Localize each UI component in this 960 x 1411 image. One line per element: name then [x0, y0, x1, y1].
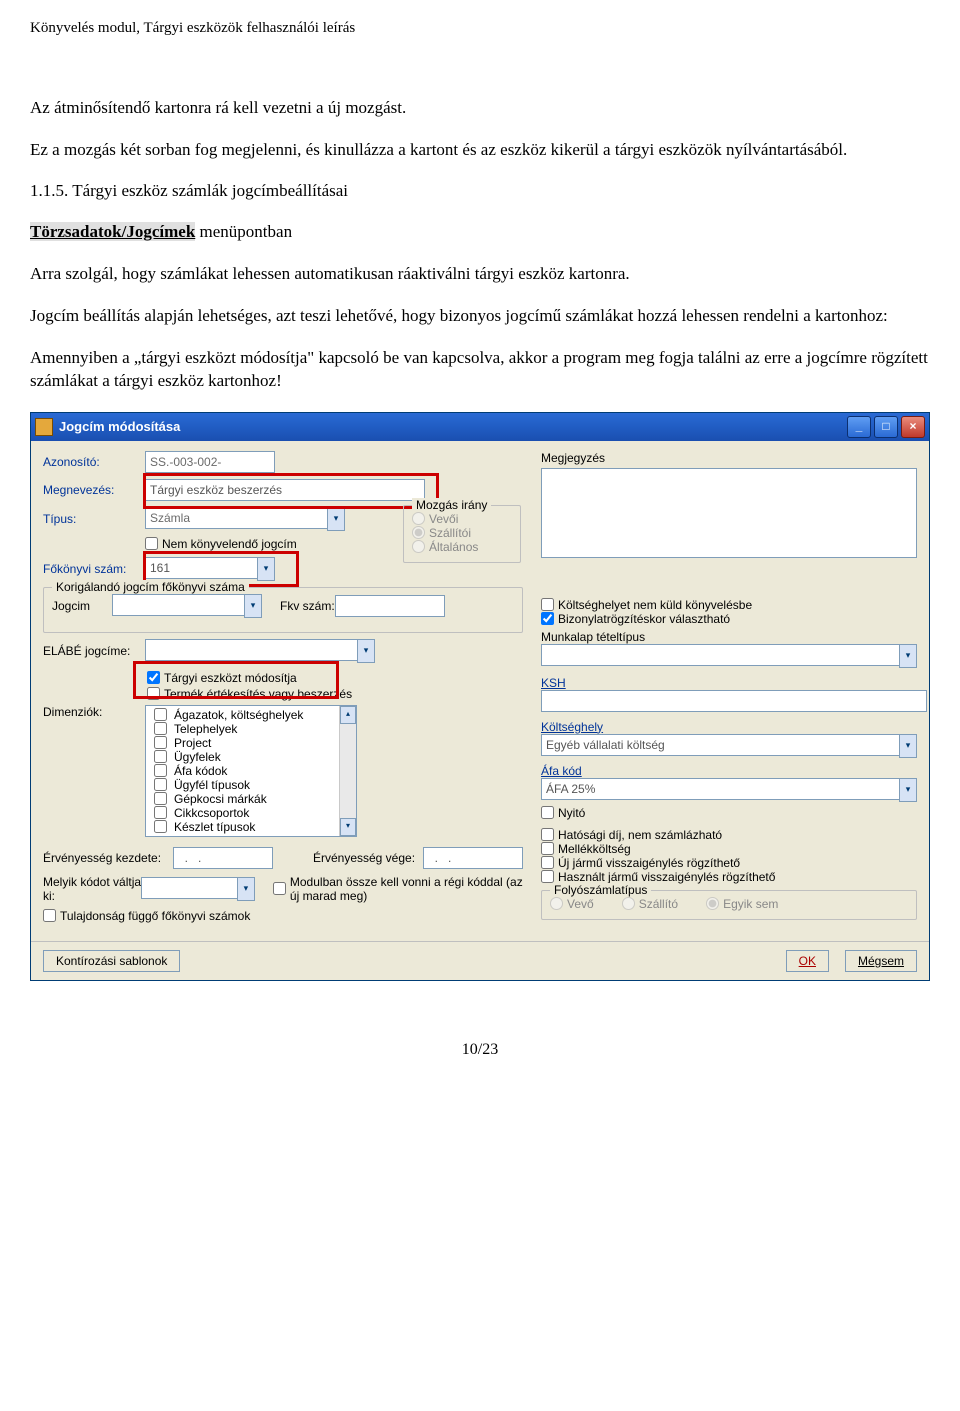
mozgas-irany-legend: Mozgás irány	[412, 498, 491, 512]
tulajdonsag-checkbox[interactable]: Tulajdonság függő főkönyvi számok	[43, 909, 250, 923]
megnevezes-field[interactable]: Tárgyi eszköz beszerzés	[145, 479, 425, 501]
termek-checkbox[interactable]: Termék értékesítés vagy beszerzés	[147, 687, 523, 701]
mozgas-irany-fieldset: Mozgás irány Vevői Szállítói Általános	[403, 505, 521, 563]
afa-combo[interactable]: ÁFA 25% ▾	[541, 778, 917, 802]
chevron-down-icon[interactable]: ▾	[257, 557, 275, 581]
list-item[interactable]: Telephelyek	[150, 722, 352, 736]
folyoszamla-fieldset: Folyószámlatípus Vevő Szállító Egyik sem	[541, 890, 917, 920]
megjegyzes-textarea[interactable]	[541, 468, 917, 558]
minimize-button[interactable]: _	[847, 416, 871, 438]
mellekkoltseg-checkbox[interactable]: Mellékköltség	[541, 842, 917, 856]
fokonyvi-label: Főkönyvi szám:	[43, 562, 145, 576]
chevron-down-icon[interactable]: ▾	[327, 507, 345, 531]
page-number: 10/23	[30, 1041, 930, 1059]
paragraph-5: Amennyiben a „tárgyi eszközt módosítja" …	[30, 347, 930, 391]
list-item[interactable]: Gépkocsi márkák	[150, 792, 352, 806]
koltseghely-combo[interactable]: Egyéb vállalati költség ▾	[541, 734, 917, 758]
titlebar[interactable]: Jogcím módosítása _ □ ×	[31, 413, 929, 441]
erv-kezdete-label: Érvényesség kezdete:	[43, 851, 173, 865]
fkv-field	[335, 595, 445, 617]
list-item[interactable]: Ágazatok, költséghelyek	[150, 708, 352, 722]
ok-button[interactable]: OK	[786, 950, 829, 972]
ksh-label: KSH	[541, 676, 917, 690]
elabe-combo[interactable]: ▾	[145, 639, 375, 663]
close-button[interactable]: ×	[901, 416, 925, 438]
paragraph-1: Az átminősítendő kartonra rá kell vezetn…	[30, 97, 930, 119]
koltseghely-label: Költséghely	[541, 720, 917, 734]
hatosagi-checkbox[interactable]: Hatósági díj, nem számlázható	[541, 828, 917, 842]
list-item[interactable]: Ügyfelek	[150, 750, 352, 764]
vevoi-radio: Vevői	[412, 512, 512, 526]
megjegyzes-label: Megjegyzés	[541, 451, 917, 465]
app-icon	[35, 418, 53, 436]
azonosito-label: Azonosító:	[43, 455, 145, 469]
altalanos-radio: Általános	[412, 540, 512, 554]
menu-path-strong: Törzsadatok/Jogcímek	[30, 222, 195, 241]
paragraph-4: Jogcím beállítás alapján lehetséges, azt…	[30, 305, 930, 327]
section-title: 1.1.5. Tárgyi eszköz számlák jogcímbeáll…	[30, 181, 930, 201]
list-item[interactable]: Ügyfél típusok	[150, 778, 352, 792]
scroll-up-button[interactable]: ▴	[340, 706, 356, 724]
dimenziok-listbox[interactable]: Ágazatok, költséghelyek Telephelyek Proj…	[145, 705, 357, 837]
jogcim-combo[interactable]: ▾	[112, 594, 262, 618]
paragraph-3: Arra szolgál, hogy számlákat lehessen au…	[30, 263, 930, 285]
fokonyvi-combo[interactable]: 161 ▾	[145, 557, 275, 581]
nem-konyvelendo-checkbox[interactable]: Nem könyvelendő jogcím	[145, 537, 297, 551]
targyi-modositja-checkbox[interactable]: Tárgyi eszközt módosítja	[147, 671, 523, 685]
list-item[interactable]: Készlet típusok	[150, 820, 352, 834]
fs-szallito-radio: Szállító	[622, 897, 678, 911]
hasznalt-jarmu-checkbox[interactable]: Használt jármű visszaigénylés rögzíthető	[541, 870, 917, 884]
chevron-down-icon[interactable]: ▾	[244, 594, 262, 618]
document-header: Könyvelés modul, Tárgyi eszközök felhasz…	[30, 20, 930, 37]
kontirozasi-button[interactable]: Kontírozási sablonok	[43, 950, 180, 972]
chevron-down-icon[interactable]: ▾	[237, 877, 255, 901]
jogcim-label: Jogcim	[52, 599, 112, 613]
munkalap-label: Munkalap tételtípus	[541, 630, 917, 644]
koltseghely-nem-checkbox[interactable]: Költséghelyet nem küld könyvelésbe	[541, 598, 917, 612]
chevron-down-icon[interactable]: ▾	[899, 734, 917, 758]
tipus-label: Típus:	[43, 512, 145, 526]
elabe-label: ELÁBÉ jogcíme:	[43, 644, 145, 658]
erv-vege-field[interactable]: . .	[423, 847, 523, 869]
scroll-down-button[interactable]: ▾	[340, 818, 356, 836]
nyito-checkbox[interactable]: Nyitó	[541, 806, 917, 820]
scrollbar[interactable]: ▴ ▾	[339, 706, 356, 836]
chevron-down-icon[interactable]: ▾	[899, 644, 917, 668]
maximize-button[interactable]: □	[874, 416, 898, 438]
window-title: Jogcím módosítása	[59, 419, 180, 434]
munkalap-combo[interactable]: ▾	[541, 644, 917, 668]
chevron-down-icon[interactable]: ▾	[357, 639, 375, 663]
cancel-button[interactable]: Mégsem	[845, 950, 917, 972]
uj-jarmu-checkbox[interactable]: Új jármű visszaigénylés rögzíthető	[541, 856, 917, 870]
list-item[interactable]: Cikkcsoportok	[150, 806, 352, 820]
afa-label: Áfa kód	[541, 764, 917, 778]
erv-kezdete-field[interactable]: . .	[173, 847, 273, 869]
folyoszamla-legend: Folyószámlatípus	[550, 883, 651, 897]
modulban-checkbox[interactable]: Modulban össze kell vonni a régi kóddal …	[273, 875, 523, 903]
szallitoi-radio: Szállítói	[412, 526, 512, 540]
erv-vege-label: Érvényesség vége:	[313, 851, 415, 865]
chevron-down-icon[interactable]: ▾	[899, 778, 917, 802]
menu-path: Törzsadatok/Jogcímek menüpontban	[30, 221, 930, 243]
fs-egyik-radio: Egyik sem	[706, 897, 778, 911]
paragraph-2: Ez a mozgás két sorban fog megjelenni, é…	[30, 139, 930, 161]
korigalando-legend: Korigálandó jogcím főkönyvi száma	[52, 580, 249, 594]
list-item[interactable]: Project	[150, 736, 352, 750]
korigalando-fieldset: Korigálandó jogcím főkönyvi száma Jogcim…	[43, 587, 523, 633]
azonosito-field: SS.-003-002-	[145, 451, 275, 473]
app-window: Jogcím módosítása _ □ × Azonosító: SS.-0…	[30, 412, 930, 981]
dimenziok-label: Dimenziók:	[43, 705, 145, 719]
fs-vevo-radio: Vevő	[550, 897, 594, 911]
melyik-kodot-combo[interactable]: ▾	[141, 877, 255, 901]
fkv-label: Fkv szám:	[280, 599, 335, 613]
tipus-combo[interactable]: Számla ▾	[145, 507, 345, 531]
list-item[interactable]: Áfa kódok	[150, 764, 352, 778]
melyik-kodot-label: Melyik kódot váltja ki:	[43, 875, 141, 903]
bizonylat-checkbox[interactable]: Bizonylatrögzítéskor választható	[541, 612, 917, 626]
ksh-field[interactable]	[541, 690, 927, 712]
megnevezes-label: Megnevezés:	[43, 483, 145, 497]
